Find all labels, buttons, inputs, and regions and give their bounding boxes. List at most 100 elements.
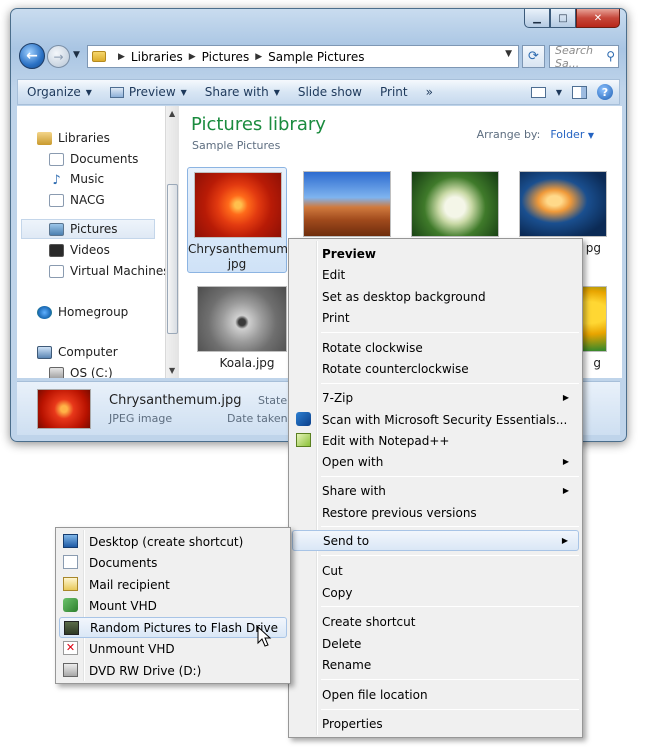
slide-show-button[interactable]: Slide show [289, 80, 371, 104]
details-date-label: Date taken: [227, 412, 292, 425]
print-button[interactable]: Print [371, 80, 417, 104]
sidebar-item-music[interactable]: ♪ Music [49, 169, 104, 189]
menu-item-create-shortcut[interactable]: Create shortcut [292, 611, 579, 632]
sidebar-item-documents[interactable]: Documents [49, 149, 138, 169]
menu-separator [321, 476, 579, 477]
scrollbar-thumb[interactable] [167, 184, 178, 334]
refresh-button[interactable]: ⟳ [522, 45, 545, 68]
sidebar-item-label: Music [70, 172, 105, 186]
menu-item-copy[interactable]: Copy [292, 582, 579, 603]
file-name-line: Chrysanthemum. [188, 242, 292, 256]
sendto-item-unmount-vhd[interactable]: ✕ Unmount VHD [59, 638, 287, 659]
address-bar[interactable]: ▶ Libraries ▶ Pictures ▶ Sample Pictures… [87, 45, 519, 68]
file-name-line: jpg [227, 257, 247, 271]
file-item-koala[interactable]: Koala.jpg [197, 282, 297, 378]
slide-show-label: Slide show [297, 85, 362, 99]
menu-item-rotate-counterclockwise[interactable]: Rotate counterclockwise [292, 358, 579, 379]
menu-item-label: Send to [323, 533, 370, 548]
search-icon[interactable]: ⚲ [606, 49, 615, 63]
sidebar-item-label: OS (C:) [70, 366, 113, 378]
submenu-arrow-icon: ▶ [561, 536, 568, 545]
navigation-scrollbar[interactable]: ▲ ▼ [165, 106, 179, 378]
back-button[interactable]: ← [19, 43, 45, 69]
breadcrumb-separator[interactable]: ▶ [118, 52, 125, 62]
menu-separator [321, 606, 579, 607]
menu-item-open-file-location[interactable]: Open file location [292, 684, 579, 705]
menu-item-7zip[interactable]: 7-Zip ▶ [292, 387, 579, 408]
menu-item-label: Edit [322, 267, 346, 282]
share-with-label: Share with [204, 85, 269, 99]
menu-item-label: Desktop (create shortcut) [89, 534, 244, 549]
forward-arrow-icon: → [53, 49, 64, 64]
menu-item-print[interactable]: Print [292, 307, 579, 328]
menu-item-label: Set as desktop background [322, 289, 486, 304]
maximize-button[interactable]: □ [550, 9, 576, 28]
menu-item-rotate-clockwise[interactable]: Rotate clockwise [292, 337, 579, 358]
sidebar-item-computer[interactable]: Computer [37, 342, 118, 362]
share-with-menu[interactable]: Share with ▼ [196, 80, 289, 104]
scroll-up-arrow-icon[interactable]: ▲ [169, 109, 175, 118]
sidebar-item-os-c[interactable]: OS (C:) [49, 363, 113, 378]
menu-item-scan[interactable]: Scan with Microsoft Security Essentials.… [292, 409, 579, 430]
send-to-submenu: Desktop (create shortcut) Documents Mail… [55, 527, 291, 684]
sidebar-item-libraries[interactable]: Libraries [37, 128, 110, 148]
file-item-chrysanthemum[interactable]: Chrysanthemum. jpg [187, 167, 292, 273]
menu-item-open-with[interactable]: Open with ▶ [292, 451, 579, 472]
sendto-item-dvd-drive[interactable]: DVD RW Drive (D:) [59, 660, 287, 681]
sidebar-item-pictures[interactable]: Pictures [21, 219, 155, 239]
sidebar-item-label: NACG [70, 193, 105, 207]
recent-pages-dropdown[interactable]: ▼ [73, 50, 80, 60]
sendto-item-desktop[interactable]: Desktop (create shortcut) [59, 531, 287, 552]
minimize-button[interactable]: ▁ [524, 9, 550, 28]
menu-separator [321, 383, 579, 384]
breadcrumb-separator[interactable]: ▶ [255, 52, 262, 62]
breadcrumb-libraries[interactable]: Libraries [131, 50, 183, 64]
menu-item-label: Open file location [322, 687, 428, 702]
sendto-item-random-pictures[interactable]: Random Pictures to Flash Drive [59, 617, 287, 638]
menu-item-label: Rename [322, 657, 372, 672]
menu-item-delete[interactable]: Delete [292, 633, 579, 654]
sendto-item-documents[interactable]: Documents [59, 552, 287, 573]
preview-menu[interactable]: Preview ▼ [101, 80, 196, 104]
menu-item-cut[interactable]: Cut [292, 560, 579, 581]
menu-item-restore-previous-versions[interactable]: Restore previous versions [292, 502, 579, 523]
sidebar-item-virtual-machines[interactable]: Virtual Machines [49, 261, 170, 281]
menu-item-notepad-plus-plus[interactable]: Edit with Notepad++ [292, 430, 579, 451]
menu-item-preview[interactable]: Preview [292, 243, 579, 264]
organize-menu[interactable]: Organize ▼ [18, 80, 101, 104]
sidebar-item-nacg[interactable]: NACG [49, 190, 105, 210]
menu-item-send-to[interactable]: Send to ▶ [292, 530, 579, 551]
scroll-down-arrow-icon[interactable]: ▼ [169, 366, 175, 375]
menu-item-properties[interactable]: Properties [292, 713, 579, 734]
menu-item-label: Restore previous versions [322, 505, 477, 520]
sidebar-item-homegroup[interactable]: Homegroup [37, 302, 128, 322]
breadcrumb-sample-pictures[interactable]: Sample Pictures [268, 50, 364, 64]
breadcrumb-separator[interactable]: ▶ [189, 52, 196, 62]
library-folder-icon [49, 193, 64, 207]
more-commands-button[interactable]: » [417, 80, 442, 104]
sendto-item-mail-recipient[interactable]: Mail recipient [59, 574, 287, 595]
hydrangeas-thumbnail [411, 171, 499, 237]
menu-item-edit[interactable]: Edit [292, 264, 579, 285]
music-icon: ♪ [52, 172, 61, 188]
folder-icon [92, 51, 106, 62]
details-thumbnail [37, 389, 91, 429]
forward-button[interactable]: → [47, 45, 70, 68]
close-button[interactable]: ✕ [576, 9, 620, 28]
menu-item-label: Mount VHD [89, 598, 157, 613]
preview-pane-icon[interactable] [572, 85, 587, 99]
arrange-by-dropdown[interactable]: Folder ▼ [550, 128, 594, 141]
sendto-item-mount-vhd[interactable]: Mount VHD [59, 595, 287, 616]
change-view-icon[interactable] [530, 86, 546, 98]
chevron-down-icon[interactable]: ▼ [556, 88, 562, 97]
search-input[interactable]: Search Sa... ⚲ [549, 44, 619, 70]
breadcrumb-pictures[interactable]: Pictures [202, 50, 250, 64]
address-dropdown[interactable]: ▼ [505, 49, 512, 59]
menu-item-rename[interactable]: Rename [292, 654, 579, 675]
notepad-plus-plus-icon [296, 433, 311, 447]
menu-item-set-desktop-background[interactable]: Set as desktop background [292, 286, 579, 307]
help-icon[interactable]: ? [597, 84, 613, 100]
menu-item-share-with[interactable]: Share with ▶ [292, 480, 579, 501]
sidebar-item-videos[interactable]: Videos [49, 240, 110, 260]
chevron-down-icon: ▼ [587, 131, 594, 140]
